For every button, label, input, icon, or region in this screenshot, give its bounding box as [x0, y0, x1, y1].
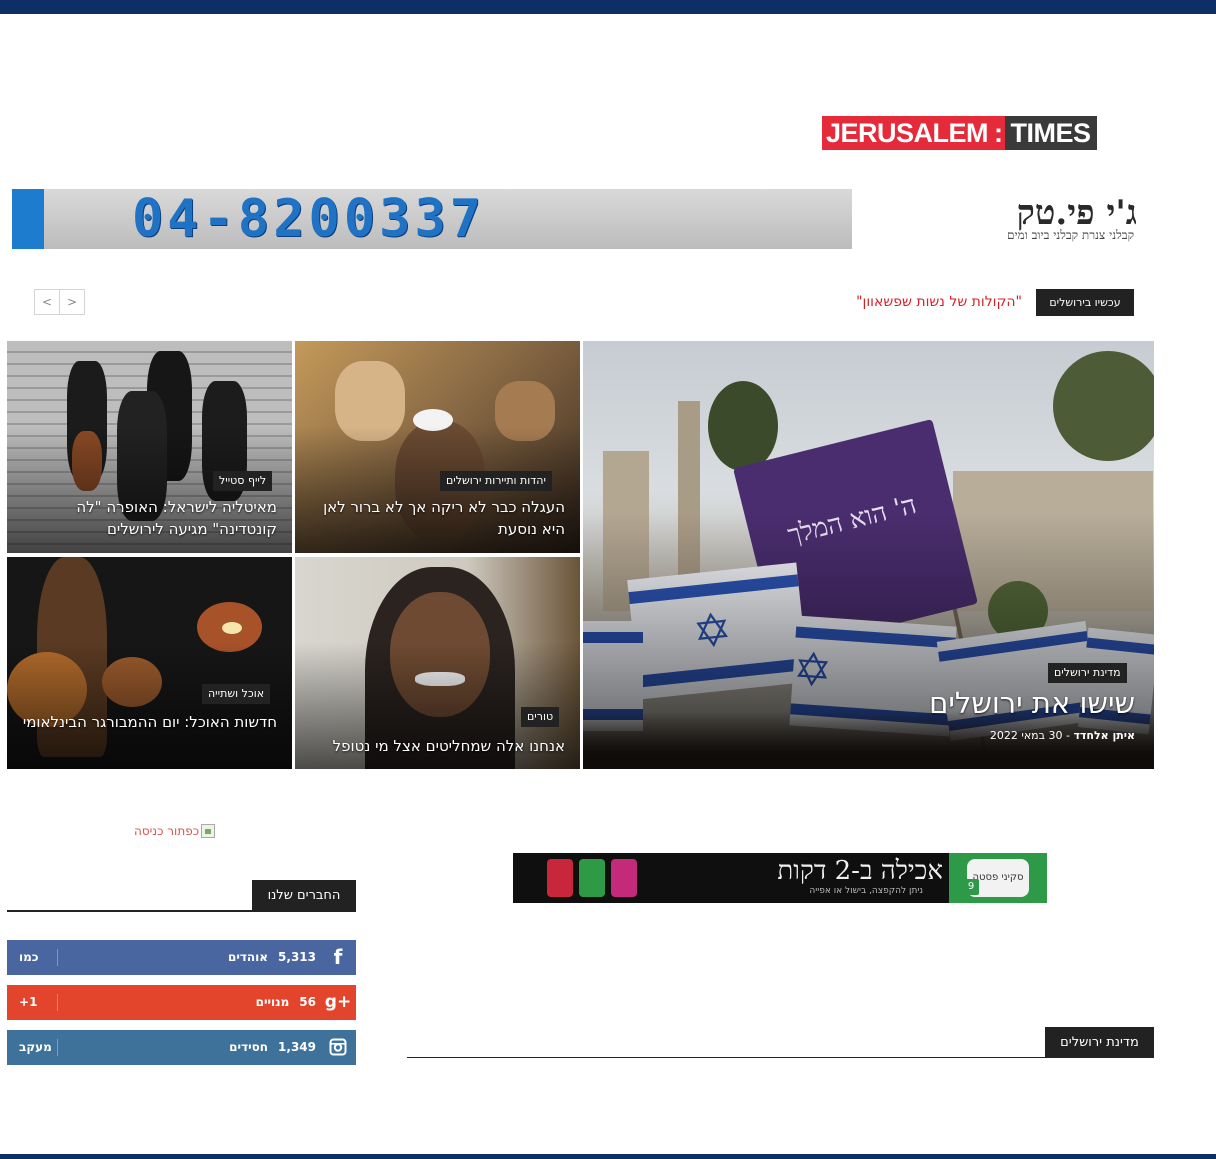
- instagram-count: 1,349חסידים: [229, 1040, 316, 1054]
- friends-widget-title: החברים שלנו: [252, 880, 356, 911]
- header-ad-banner[interactable]: 04-8200337 ג'י פי.טק קבלני צנרת קבלני בי…: [12, 188, 1150, 250]
- tile-category-badge[interactable]: לייף סטייל: [213, 471, 273, 491]
- site-logo[interactable]: JERUSALEM : TIMES: [822, 116, 1097, 150]
- tile-headline[interactable]: חדשות האוכל: יום ההמבורגר הבינלאומי: [21, 711, 277, 733]
- google-plus-icon: g+: [324, 992, 352, 1012]
- main-date: 30 במאי 2022: [989, 729, 1063, 742]
- tile-headline[interactable]: אנחנו אלה שמחליטים אצל מי נטופל: [309, 735, 565, 757]
- tile-category-badge[interactable]: יהדות ותיירות ירושלים: [440, 471, 552, 491]
- google-plus-follow-row[interactable]: g+ 56מנויים 1+: [7, 985, 356, 1020]
- broken-image-icon: [201, 824, 216, 838]
- ad-phone-number: 04-8200337: [132, 189, 486, 249]
- ticker-nav: < >: [34, 289, 85, 315]
- facebook-icon: f: [333, 945, 343, 969]
- google-plus-one-button[interactable]: 1+: [19, 985, 37, 1020]
- section-divider: [407, 1057, 1154, 1058]
- tile-headline[interactable]: מאיטליה לישראל: האופרה "לה קונטדינה" מגי…: [21, 496, 277, 540]
- main-byline: איתן אלחדד - 30 במאי 2022: [883, 729, 1135, 742]
- facebook-count: 5,313אוהדים: [227, 950, 316, 964]
- ticker-prev-button[interactable]: <: [34, 289, 60, 315]
- ad-brand-name: ג'י פי.טק: [1016, 193, 1137, 233]
- main-author[interactable]: איתן אלחדד: [1073, 729, 1135, 742]
- facebook-follow-row[interactable]: f 5,313אוהדים כמו: [7, 940, 356, 975]
- food-ad-scale-logo: סקיני פסטה 9: [963, 859, 1029, 897]
- entry-button-alt-text: כפתור כניסה: [134, 824, 200, 838]
- food-ad-scale-number: 9: [963, 879, 979, 895]
- tile-category-badge[interactable]: טורים: [521, 707, 560, 727]
- bottom-bar: [0, 1154, 1216, 1159]
- food-ad-title: אכילה ב-2 דקות: [777, 856, 943, 886]
- instagram-icon: [324, 1030, 352, 1065]
- main-byline-separator: -: [1062, 729, 1074, 742]
- ad-blue-tab: [12, 189, 44, 249]
- featured-main-article[interactable]: ה' הוא המלך ✡ ✡ מדינת ירושלים שישו את יר…: [583, 341, 1154, 769]
- section-title[interactable]: מדינת ירושלים: [1045, 1027, 1154, 1058]
- facebook-like-button[interactable]: כמו: [19, 940, 39, 975]
- logo-separator: :: [992, 116, 1005, 150]
- main-headline[interactable]: שישו את ירושלים: [883, 685, 1135, 721]
- ticker-next-button[interactable]: >: [59, 289, 85, 315]
- featured-article-tile[interactable]: יהדות ותיירות ירושלים העגלה כבר לא ריקה …: [295, 341, 580, 553]
- breaking-news-headline[interactable]: "הקולות של נשות שפשאוון": [790, 289, 1022, 316]
- main-category-badge[interactable]: מדינת ירושלים: [1048, 663, 1127, 683]
- food-ad-subtitle: ניתן להקפצה, בישול או אפייה: [809, 886, 923, 896]
- ad-tagline: קבלני צנרת קבלני ביוב ומים: [1007, 228, 1134, 242]
- tile-headline[interactable]: העגלה כבר לא ריקה אך לא ברור לאן היא נוס…: [309, 496, 565, 540]
- featured-article-tile[interactable]: טורים אנחנו אלה שמחליטים אצל מי נטופל: [295, 557, 580, 769]
- instagram-follow-row[interactable]: 1,349חסידים מעקב: [7, 1030, 356, 1065]
- breaking-news-label: עכשיו בירושלים: [1036, 289, 1134, 316]
- logo-part-times: TIMES: [1004, 116, 1097, 150]
- featured-article-tile[interactable]: אוכל ושתייה חדשות האוכל: יום ההמבורגר הב…: [7, 557, 292, 769]
- logo-part-jerusalem: JERUSALEM: [822, 116, 993, 150]
- food-ad-banner[interactable]: אכילה ב-2 דקות ניתן להקפצה, בישול או אפי…: [513, 853, 1047, 903]
- featured-article-tile[interactable]: לייף סטייל מאיטליה לישראל: האופרה "לה קו…: [7, 341, 292, 553]
- friends-widget-divider: [7, 910, 356, 912]
- instagram-follow-button[interactable]: מעקב: [19, 1030, 52, 1065]
- google-plus-count: 56מנויים: [255, 995, 316, 1009]
- top-bar: [0, 0, 1216, 14]
- entry-button-image[interactable]: כפתור כניסה: [134, 822, 216, 840]
- tile-category-badge[interactable]: אוכל ושתייה: [202, 684, 271, 704]
